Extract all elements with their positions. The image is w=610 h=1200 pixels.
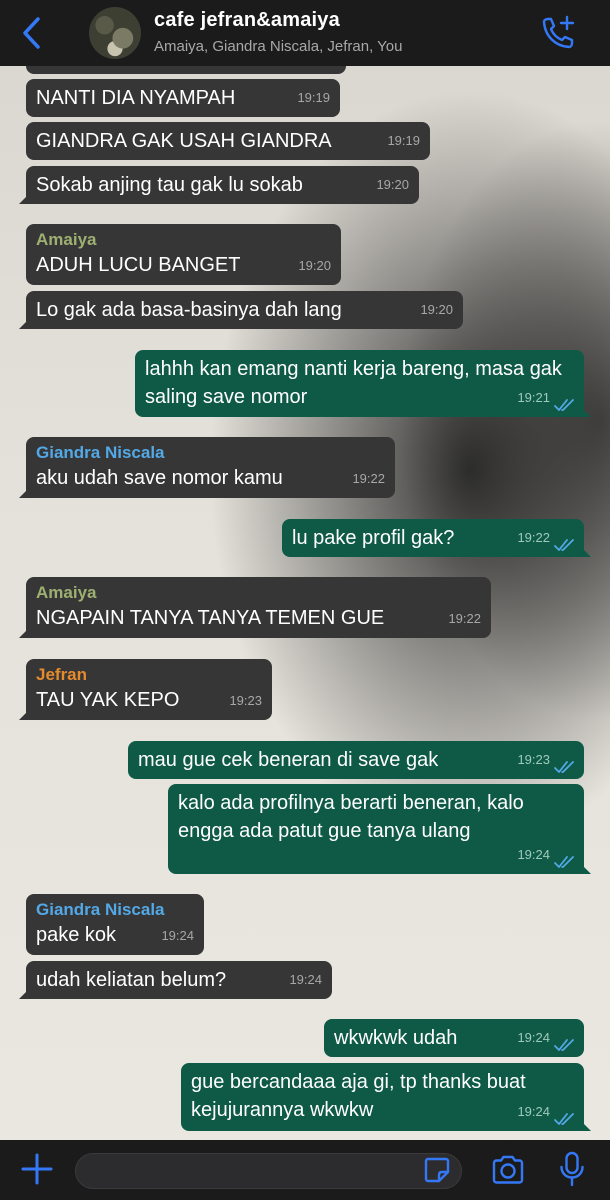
message-text: Sokab anjing tau gak lu sokab bbox=[36, 174, 303, 196]
message-time: 19:22 bbox=[352, 471, 385, 486]
read-receipt-icon bbox=[554, 399, 574, 411]
message-time: 19:21 bbox=[517, 390, 550, 405]
message-time: 19:22 bbox=[517, 530, 550, 545]
message-text: ADUH LUCU BANGET bbox=[36, 254, 241, 276]
sender-name[interactable]: Amaiya bbox=[36, 582, 481, 604]
read-receipt-icon bbox=[554, 761, 574, 773]
message-bubble-outgoing[interactable]: gue bercandaaa aja gi, tp thanks buat ke… bbox=[181, 1063, 584, 1131]
camera-icon bbox=[492, 1155, 524, 1184]
chat-header: cafe jefran&amaiya Amaiya, Giandra Nisca… bbox=[0, 0, 610, 66]
group-avatar[interactable] bbox=[89, 7, 141, 59]
message-text: lu pake profil gak? bbox=[292, 527, 455, 549]
message-bubble[interactable]: Amaiya ADUH LUCU BANGET 19:20 bbox=[26, 224, 341, 285]
read-receipt-icon bbox=[554, 856, 574, 868]
sender-name[interactable]: Giandra Niscala bbox=[36, 899, 194, 921]
message-bubble-outgoing[interactable]: kalo ada profilnya berarti beneran, kalo… bbox=[168, 784, 584, 874]
message-time: 19:19 bbox=[387, 133, 420, 148]
message-bubble[interactable]: Giandra Niscala aku udah save nomor kamu… bbox=[26, 437, 395, 498]
message-text: udah keliatan belum? bbox=[36, 969, 227, 991]
message-text: TAU YAK KEPO bbox=[36, 689, 180, 711]
read-receipt-icon bbox=[554, 1039, 574, 1051]
message-time: 19:23 bbox=[517, 752, 550, 767]
message-time: 19:24 bbox=[161, 928, 194, 943]
phone-add-icon bbox=[542, 15, 575, 49]
message-text: lahhh kan emang nanti kerja bareng, masa… bbox=[145, 358, 562, 408]
message-text: NGAPAIN TANYA TANYA TEMEN GUE bbox=[36, 607, 385, 629]
message-input[interactable] bbox=[75, 1153, 462, 1189]
message-input-bar bbox=[0, 1140, 610, 1200]
message-text: GIANDRA GAK USAH GIANDRA bbox=[36, 130, 332, 152]
message-text: aku udah save nomor kamu bbox=[36, 467, 283, 489]
message-bubble-outgoing[interactable]: lahhh kan emang nanti kerja bareng, masa… bbox=[135, 350, 584, 417]
message-bubble[interactable]: Jefran TAU YAK KEPO 19:23 bbox=[26, 659, 272, 720]
message-time: 19:22 bbox=[448, 611, 481, 626]
message-text: kalo ada profilnya berarti beneran, kalo… bbox=[178, 792, 524, 842]
message-bubble-outgoing[interactable]: lu pake profil gak? 19:22 bbox=[282, 519, 584, 557]
message-text: NANTI DIA NYAMPAH bbox=[36, 87, 236, 109]
message-bubble[interactable]: Amaiya NGAPAIN TANYA TANYA TEMEN GUE 19:… bbox=[26, 577, 491, 638]
message-bubble[interactable]: NANTI DIA NYAMPAH 19:19 bbox=[26, 79, 340, 117]
message-time: 19:24 bbox=[517, 1030, 550, 1045]
message-bubble[interactable]: Giandra Niscala pake kok 19:24 bbox=[26, 894, 204, 955]
message-time: 19:24 bbox=[289, 972, 322, 987]
message-text: Lo gak ada basa-basinya dah lang bbox=[36, 299, 342, 321]
message-text: wkwkwk udah bbox=[334, 1027, 458, 1049]
microphone-button[interactable] bbox=[558, 1150, 586, 1190]
message-bubble-outgoing[interactable]: mau gue cek beneran di save gak 19:23 bbox=[128, 741, 584, 779]
message-bubble[interactable]: Sokab anjing tau gak lu sokab 19:20 bbox=[26, 166, 419, 204]
message-time: 19:20 bbox=[376, 177, 409, 192]
message-text: pake kok bbox=[36, 924, 117, 946]
message-bubble[interactable]: udah keliatan belum? 19:24 bbox=[26, 961, 332, 999]
message-time: 19:19 bbox=[297, 90, 330, 105]
message-time: 19:20 bbox=[420, 302, 453, 317]
message-time: 19:20 bbox=[298, 258, 331, 273]
chevron-left-icon bbox=[23, 17, 40, 49]
message-text: gue bercandaaa aja gi, tp thanks buat ke… bbox=[191, 1071, 526, 1121]
sender-name[interactable]: Amaiya bbox=[36, 229, 331, 251]
sticker-icon bbox=[424, 1157, 450, 1183]
attach-button[interactable] bbox=[20, 1152, 54, 1186]
add-call-button[interactable] bbox=[538, 14, 578, 52]
message-bubble[interactable]: Lo gak ada basa-basinya dah lang 19:20 bbox=[26, 291, 463, 329]
read-receipt-icon bbox=[554, 1113, 574, 1125]
sender-name[interactable]: Giandra Niscala bbox=[36, 442, 385, 464]
message-time: 19:24 bbox=[517, 847, 550, 862]
message-bubble-outgoing[interactable]: wkwkwk udah 19:24 bbox=[324, 1019, 584, 1057]
message-bubble[interactable]: GIANDRA GAK USAH GIANDRA 19:19 bbox=[26, 122, 430, 160]
message-time: 19:23 bbox=[229, 693, 262, 708]
microphone-icon bbox=[560, 1151, 584, 1187]
message-text: mau gue cek beneran di save gak bbox=[138, 749, 439, 771]
sticker-button[interactable] bbox=[423, 1156, 451, 1184]
read-receipt-icon bbox=[554, 539, 574, 551]
camera-button[interactable] bbox=[490, 1154, 526, 1186]
message-time: 19:24 bbox=[517, 1104, 550, 1119]
chat-participants[interactable]: Amaiya, Giandra Niscala, Jefran, You bbox=[154, 38, 402, 55]
sender-name[interactable]: Jefran bbox=[36, 664, 262, 686]
chat-title[interactable]: cafe jefran&amaiya bbox=[154, 9, 340, 32]
plus-icon bbox=[21, 1153, 53, 1185]
back-button[interactable] bbox=[14, 14, 48, 52]
